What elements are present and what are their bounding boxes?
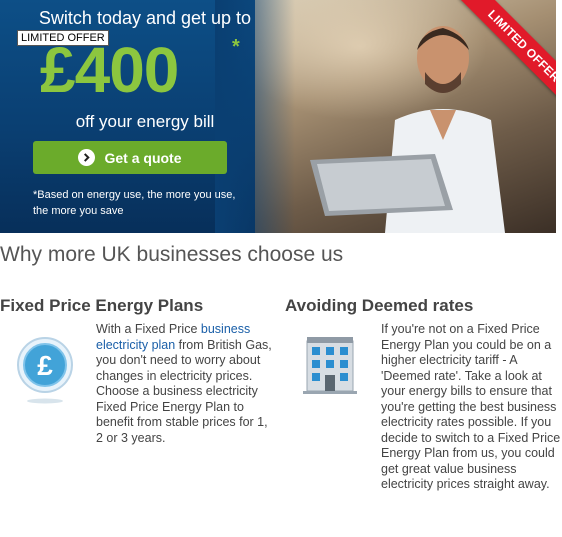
limited-offer-ribbon: LIMITED OFFER (446, 0, 556, 110)
deemed-rates-column: Avoiding Deemed rates If you're not on a… (285, 295, 560, 491)
hero-subline: off your energy bill (75, 112, 215, 131)
body-text-after: from British Gas, you don't need to worr… (96, 337, 272, 445)
footnote-line-2: the more you save (33, 205, 124, 217)
hero-headline: Switch today and get up to (38, 8, 252, 28)
office-building-icon (303, 337, 357, 394)
section-title: Why more UK businesses choose us (0, 243, 344, 266)
body-text-before: With a Fixed Price (96, 322, 201, 336)
laptop-image (310, 154, 453, 216)
footnote-line-1: *Based on energy use, the more you use, (33, 189, 236, 201)
fixed-price-column: Fixed Price Energy Plans £ With a Fixed … (0, 295, 275, 445)
column-body: If you're not on a Fixed Price Energy Pl… (381, 322, 561, 491)
column-heading: Avoiding Deemed rates (285, 296, 474, 315)
pound-coin-icon: £ (17, 337, 73, 404)
get-a-quote-label: Get a quote (104, 149, 182, 166)
svg-text:£: £ (37, 350, 53, 381)
get-a-quote-button[interactable]: Get a quote (33, 141, 227, 174)
hero-footnote: *Based on energy use, the more you use, … (33, 187, 253, 219)
tooltip: LIMITED OFFER (17, 30, 109, 46)
ribbon-label: LIMITED OFFER (458, 0, 556, 110)
column-heading: Fixed Price Energy Plans (0, 296, 204, 315)
amount-asterisk: * (232, 36, 240, 58)
chevron-right-icon (78, 149, 96, 166)
column-body: With a Fixed Price business electricity … (96, 322, 273, 446)
